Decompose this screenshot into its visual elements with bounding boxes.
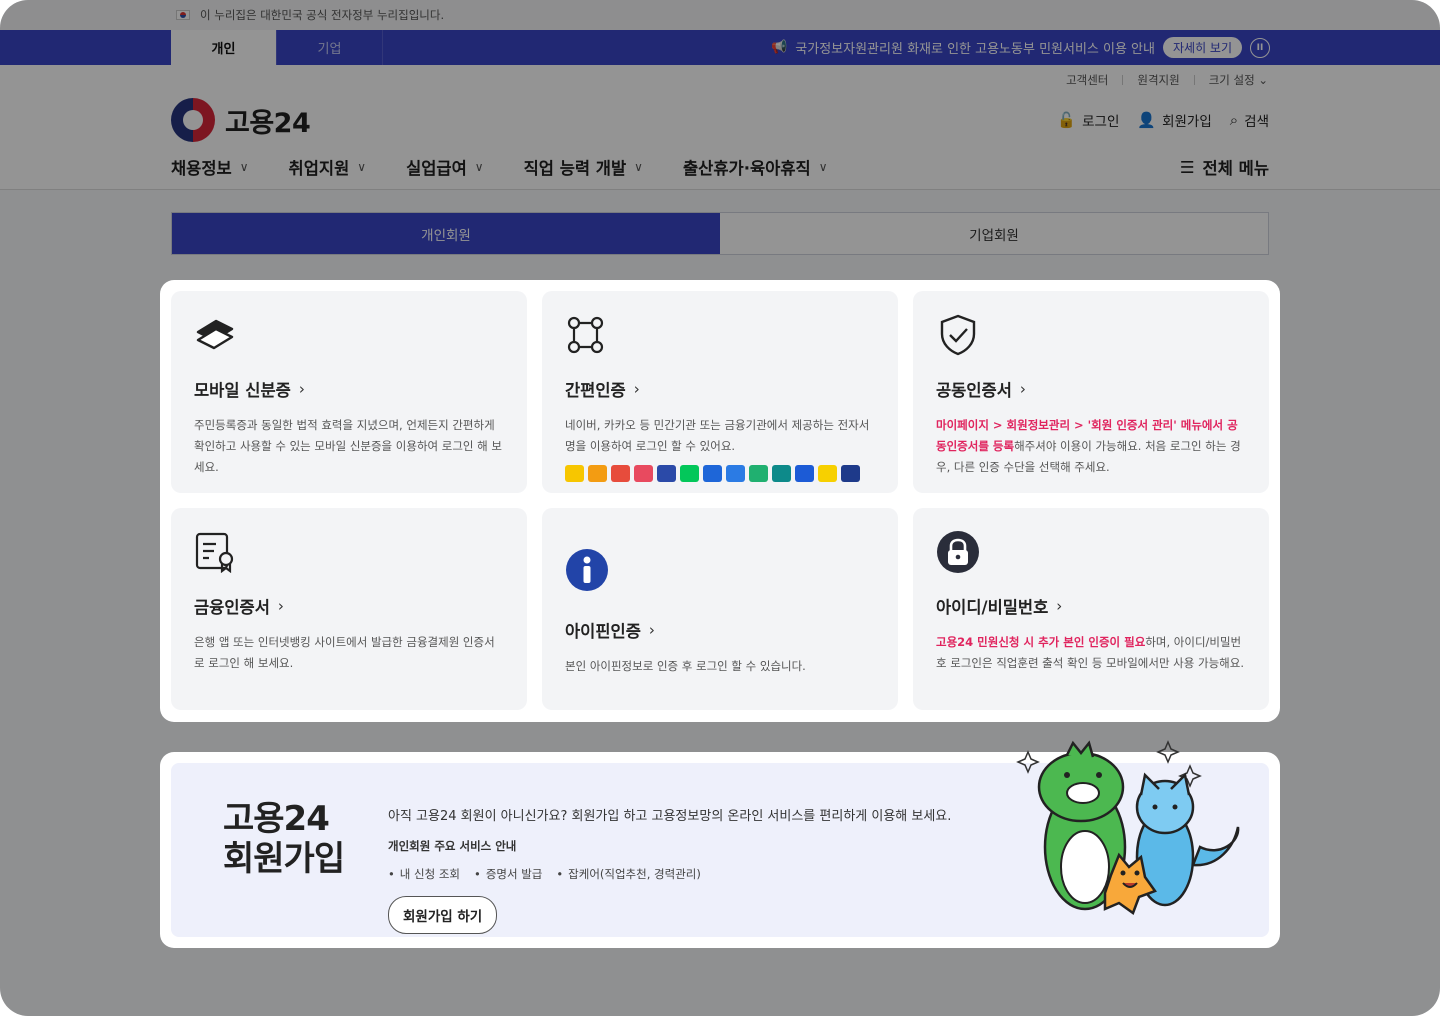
- list-item: 잡케어(직업추천, 경력관리): [556, 866, 701, 882]
- financial-cert-icon: [194, 530, 504, 574]
- ipin-icon: [565, 548, 875, 592]
- provider-badge-icon: [772, 465, 791, 482]
- card-desc: 네이버, 카카오 등 민간기관 또는 금융기관에서 제공하는 전자서명을 이용하…: [565, 418, 870, 453]
- card-title-text: 아이디/비밀번호: [936, 598, 1049, 617]
- sparkle-icon: [1156, 740, 1180, 764]
- chevron-right-icon: ›: [633, 380, 640, 398]
- card-joint-cert[interactable]: 공동인증서 › 마이페이지 > 회원정보관리 > '회원 인증서 관리' 메뉴에서…: [913, 291, 1269, 493]
- page-frame: 이 누리집은 대한민국 공식 전자정부 누리집입니다. 개인 기업 📢 국가정보…: [0, 0, 1440, 1016]
- chevron-right-icon: ›: [1056, 597, 1063, 615]
- card-title-text: 아이핀인증: [565, 622, 641, 641]
- card-financial-cert[interactable]: 금융인증서 › 은행 앱 또는 인터넷뱅킹 사이트에서 발급한 금융결제원 인증서…: [171, 508, 527, 710]
- provider-badge-icon: [726, 465, 745, 482]
- chevron-right-icon: ›: [298, 380, 305, 398]
- signup-banner: 고용24 회원가입 아직 고용24 회원이 아니신가요? 회원가입 하고 고용정…: [171, 740, 1269, 937]
- card-simple-auth[interactable]: 간편인증 › 네이버, 카카오 등 민간기관 또는 금융기관에서 제공하는 전자서…: [542, 291, 898, 493]
- chevron-right-icon: ›: [277, 597, 284, 615]
- provider-badge-icon: [588, 465, 607, 482]
- chevron-right-icon: ›: [1019, 380, 1026, 398]
- shield-check-icon: [936, 313, 1246, 357]
- card-title-text: 간편인증: [565, 381, 626, 400]
- chevron-right-icon: ›: [648, 621, 655, 639]
- card-mobile-id[interactable]: 모바일 신분증 › 주민등록증과 동일한 법적 효력을 지녔으며, 언제든지 간편…: [171, 291, 527, 493]
- signup-sub: 개인회원 주요 서비스 안내: [388, 839, 517, 853]
- signup-title-line: 고용24: [223, 799, 330, 839]
- card-title: 아이디/비밀번호 ›: [936, 594, 1246, 618]
- mascot-illustration: [1016, 740, 1240, 915]
- sparkle-icon: [1016, 750, 1040, 774]
- provider-badge-icon: [749, 465, 768, 482]
- signup-panel: 고용24 회원가입 아직 고용24 회원이 아니신가요? 회원가입 하고 고용정…: [160, 740, 1280, 948]
- provider-badge-icon: [634, 465, 653, 482]
- card-ipin[interactable]: 아이핀인증 › 본인 아이핀정보로 인증 후 로그인 할 수 있습니다.: [542, 508, 898, 710]
- list-item: 증명서 발급: [474, 866, 543, 882]
- card-title: 아이핀인증 ›: [565, 618, 875, 642]
- card-desc: 마이페이지 > 회원정보관리 > '회원 인증서 관리' 메뉴에서 공동인증서를…: [936, 415, 1246, 478]
- provider-badge-icon: [795, 465, 814, 482]
- card-title-text: 공동인증서: [936, 381, 1012, 400]
- card-title-text: 모바일 신분증: [194, 381, 291, 400]
- provider-badge-icon: [611, 465, 630, 482]
- provider-badge-icon: [680, 465, 699, 482]
- card-desc: 은행 앱 또는 인터넷뱅킹 사이트에서 발급한 금융결제원 인증서로 로그인 해…: [194, 635, 495, 670]
- provider-badge-icon: [841, 465, 860, 482]
- provider-badges: [565, 465, 875, 482]
- provider-badge-icon: [565, 465, 584, 482]
- card-desc-highlight: 고용24 민원신청 시 추가 본인 인증이 필요: [936, 635, 1146, 649]
- provider-badge-icon: [818, 465, 837, 482]
- lock-icon: [936, 530, 1246, 574]
- signup-content: 아직 고용24 회원이 아니신가요? 회원가입 하고 고용정보망의 온라인 서비…: [388, 805, 952, 934]
- join-button[interactable]: 회원가입 하기: [388, 896, 498, 934]
- card-title: 간편인증 ›: [565, 377, 875, 401]
- card-desc: 주민등록증과 동일한 법적 효력을 지녔으며, 언제든지 간편하게 확인하고 사…: [194, 418, 502, 474]
- card-desc: 본인 아이핀정보로 인증 후 로그인 할 수 있습니다.: [565, 659, 806, 673]
- card-title: 모바일 신분증 ›: [194, 377, 504, 401]
- mobile-id-icon: [194, 313, 504, 357]
- signup-title-line: 회원가입: [223, 839, 345, 879]
- list-item: 내 신청 조회: [388, 866, 460, 882]
- provider-badge-icon: [703, 465, 722, 482]
- card-desc: 고용24 민원신청 시 추가 본인 인증이 필요하며, 아이디/비밀번호 로그인…: [936, 632, 1246, 674]
- service-list: 내 신청 조회 증명서 발급 잡케어(직업추천, 경력관리): [388, 866, 951, 882]
- signup-title: 고용24 회원가입: [223, 799, 388, 917]
- card-title: 공동인증서 ›: [936, 377, 1246, 401]
- card-id-password[interactable]: 아이디/비밀번호 › 고용24 민원신청 시 추가 본인 인증이 필요하며, 아이…: [913, 508, 1269, 710]
- login-methods-panel: 모바일 신분증 › 주민등록증과 동일한 법적 효력을 지녔으며, 언제든지 간편…: [160, 280, 1280, 722]
- provider-badge-icon: [657, 465, 676, 482]
- simple-auth-icon: [565, 313, 875, 357]
- card-title: 금융인증서 ›: [194, 594, 504, 618]
- signup-lead: 아직 고용24 회원이 아니신가요? 회원가입 하고 고용정보망의 온라인 서비…: [388, 809, 952, 824]
- card-title-text: 금융인증서: [194, 598, 270, 617]
